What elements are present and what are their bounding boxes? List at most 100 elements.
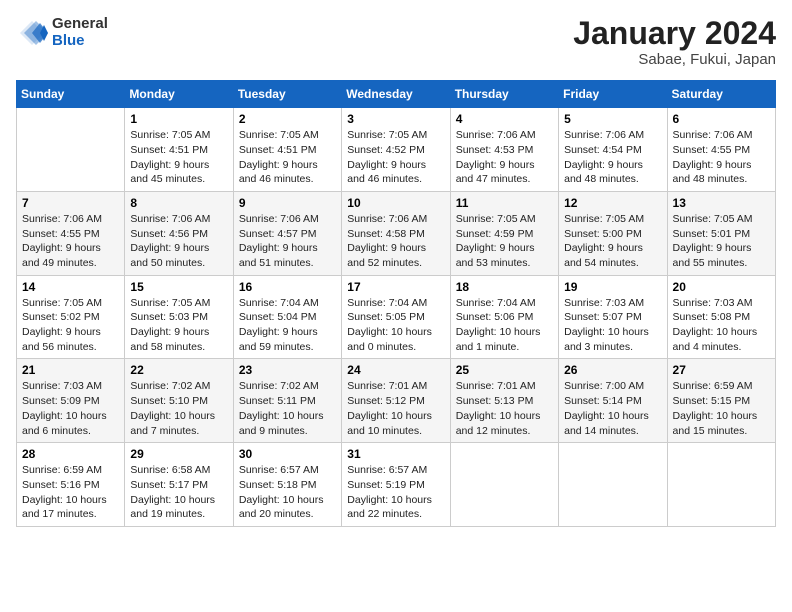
- day-number: 17: [347, 280, 444, 294]
- calendar-cell: 16Sunrise: 7:04 AMSunset: 5:04 PMDayligh…: [233, 275, 341, 359]
- day-info: Sunrise: 7:06 AMSunset: 4:55 PMDaylight:…: [22, 212, 119, 271]
- day-info: Sunrise: 7:05 AMSunset: 5:01 PMDaylight:…: [673, 212, 770, 271]
- calendar-cell: 12 Sunrise: 7:05 AMSunset: 5:00 PMDayligh…: [559, 191, 667, 275]
- page-header: General Blue January 2024 Sabae, Fukui, …: [16, 16, 776, 68]
- calendar-cell: 23Sunrise: 7:02 AMSunset: 5:11 PMDayligh…: [233, 359, 341, 443]
- day-number: 14: [22, 280, 119, 294]
- day-info: Sunrise: 6:57 AMSunset: 5:18 PMDaylight:…: [239, 463, 336, 522]
- calendar-cell: 11Sunrise: 7:05 AMSunset: 4:59 PMDayligh…: [450, 191, 558, 275]
- day-number: 25: [456, 363, 553, 377]
- day-number: 20: [673, 280, 770, 294]
- logo-general-text: General: [52, 16, 108, 33]
- day-number: 27: [673, 363, 770, 377]
- day-info: Sunrise: 7:04 AMSunset: 5:04 PMDaylight:…: [239, 296, 336, 355]
- calendar-cell: 30 Sunrise: 6:57 AMSunset: 5:18 PMDayligh…: [233, 443, 341, 527]
- col-tuesday: Tuesday: [233, 81, 341, 108]
- col-thursday: Thursday: [450, 81, 558, 108]
- calendar-week-row: 28Sunrise: 6:59 AMSunset: 5:16 PMDayligh…: [17, 443, 776, 527]
- day-info: Sunrise: 7:04 AMSunset: 5:05 PMDaylight:…: [347, 296, 444, 355]
- day-number: 15: [130, 280, 227, 294]
- day-number: 24: [347, 363, 444, 377]
- day-info: Sunrise: 7:05 AMSunset: 5:00 PMDaylight:…: [564, 212, 661, 271]
- calendar-cell: 9 Sunrise: 7:06 AMSunset: 4:57 PMDaylight…: [233, 191, 341, 275]
- calendar-cell: 14 Sunrise: 7:05 AMSunset: 5:02 PMDayligh…: [17, 275, 125, 359]
- calendar-cell: 13 Sunrise: 7:05 AMSunset: 5:01 PMDayligh…: [667, 191, 775, 275]
- calendar-cell: 10Sunrise: 7:06 AMSunset: 4:58 PMDayligh…: [342, 191, 450, 275]
- day-info: Sunrise: 7:05 AMSunset: 4:51 PMDaylight:…: [239, 128, 336, 187]
- day-info: Sunrise: 7:05 AMSunset: 4:59 PMDaylight:…: [456, 212, 553, 271]
- day-number: 29: [130, 447, 227, 461]
- day-info: Sunrise: 7:01 AMSunset: 5:13 PMDaylight:…: [456, 379, 553, 438]
- col-friday: Friday: [559, 81, 667, 108]
- calendar-cell: 7 Sunrise: 7:06 AMSunset: 4:55 PMDaylight…: [17, 191, 125, 275]
- day-number: 12: [564, 196, 661, 210]
- day-number: 26: [564, 363, 661, 377]
- calendar-cell: 15 Sunrise: 7:05 AMSunset: 5:03 PMDayligh…: [125, 275, 233, 359]
- calendar-cell: 1Sunrise: 7:05 AMSunset: 4:51 PMDaylight…: [125, 108, 233, 192]
- day-info: Sunrise: 7:02 AMSunset: 5:11 PMDaylight:…: [239, 379, 336, 438]
- calendar-cell: 4Sunrise: 7:06 AMSunset: 4:53 PMDaylight…: [450, 108, 558, 192]
- day-info: Sunrise: 7:03 AMSunset: 5:08 PMDaylight:…: [673, 296, 770, 355]
- logo-text: General Blue: [52, 16, 108, 49]
- day-info: Sunrise: 7:06 AMSunset: 4:54 PMDaylight:…: [564, 128, 661, 187]
- calendar-cell: 3 Sunrise: 7:05 AMSunset: 4:52 PMDaylight…: [342, 108, 450, 192]
- day-info: Sunrise: 7:05 AMSunset: 5:03 PMDaylight:…: [130, 296, 227, 355]
- day-number: 2: [239, 112, 336, 126]
- calendar-cell: 5 Sunrise: 7:06 AMSunset: 4:54 PMDaylight…: [559, 108, 667, 192]
- day-info: Sunrise: 7:06 AMSunset: 4:56 PMDaylight:…: [130, 212, 227, 271]
- day-info: Sunrise: 7:03 AMSunset: 5:07 PMDaylight:…: [564, 296, 661, 355]
- logo-icon: [16, 19, 48, 47]
- calendar-title: January 2024: [573, 16, 776, 51]
- calendar-cell: 21 Sunrise: 7:03 AMSunset: 5:09 PMDayligh…: [17, 359, 125, 443]
- day-info: Sunrise: 7:02 AMSunset: 5:10 PMDaylight:…: [130, 379, 227, 438]
- day-info: Sunrise: 7:03 AMSunset: 5:09 PMDaylight:…: [22, 379, 119, 438]
- day-number: 5: [564, 112, 661, 126]
- col-saturday: Saturday: [667, 81, 775, 108]
- calendar-cell: 2 Sunrise: 7:05 AMSunset: 4:51 PMDaylight…: [233, 108, 341, 192]
- calendar-cell: [17, 108, 125, 192]
- calendar-cell: 28Sunrise: 6:59 AMSunset: 5:16 PMDayligh…: [17, 443, 125, 527]
- calendar-cell: 24 Sunrise: 7:01 AMSunset: 5:12 PMDayligh…: [342, 359, 450, 443]
- calendar-body: 1Sunrise: 7:05 AMSunset: 4:51 PMDaylight…: [17, 108, 776, 527]
- calendar-cell: [559, 443, 667, 527]
- day-info: Sunrise: 7:06 AMSunset: 4:57 PMDaylight:…: [239, 212, 336, 271]
- day-number: 19: [564, 280, 661, 294]
- day-number: 7: [22, 196, 119, 210]
- calendar-cell: 29 Sunrise: 6:58 AMSunset: 5:17 PMDayligh…: [125, 443, 233, 527]
- calendar-cell: 22Sunrise: 7:02 AMSunset: 5:10 PMDayligh…: [125, 359, 233, 443]
- calendar-cell: 18 Sunrise: 7:04 AMSunset: 5:06 PMDayligh…: [450, 275, 558, 359]
- day-number: 6: [673, 112, 770, 126]
- day-info: Sunrise: 7:05 AMSunset: 4:52 PMDaylight:…: [347, 128, 444, 187]
- day-info: Sunrise: 7:06 AMSunset: 4:58 PMDaylight:…: [347, 212, 444, 271]
- calendar-cell: 17 Sunrise: 7:04 AMSunset: 5:05 PMDayligh…: [342, 275, 450, 359]
- calendar-week-row: 7 Sunrise: 7:06 AMSunset: 4:55 PMDaylight…: [17, 191, 776, 275]
- calendar-cell: 26Sunrise: 7:00 AMSunset: 5:14 PMDayligh…: [559, 359, 667, 443]
- day-number: 18: [456, 280, 553, 294]
- day-info: Sunrise: 7:06 AMSunset: 4:55 PMDaylight:…: [673, 128, 770, 187]
- day-number: 13: [673, 196, 770, 210]
- calendar-week-row: 14 Sunrise: 7:05 AMSunset: 5:02 PMDayligh…: [17, 275, 776, 359]
- day-number: 21: [22, 363, 119, 377]
- col-wednesday: Wednesday: [342, 81, 450, 108]
- calendar-cell: [450, 443, 558, 527]
- day-number: 30: [239, 447, 336, 461]
- calendar-cell: 8 Sunrise: 7:06 AMSunset: 4:56 PMDaylight…: [125, 191, 233, 275]
- calendar-cell: 25 Sunrise: 7:01 AMSunset: 5:13 PMDayligh…: [450, 359, 558, 443]
- day-info: Sunrise: 7:04 AMSunset: 5:06 PMDaylight:…: [456, 296, 553, 355]
- day-number: 3: [347, 112, 444, 126]
- day-number: 8: [130, 196, 227, 210]
- day-info: Sunrise: 7:06 AMSunset: 4:53 PMDaylight:…: [456, 128, 553, 187]
- day-info: Sunrise: 6:59 AMSunset: 5:15 PMDaylight:…: [673, 379, 770, 438]
- logo-blue-text: Blue: [52, 33, 108, 50]
- day-info: Sunrise: 6:58 AMSunset: 5:17 PMDaylight:…: [130, 463, 227, 522]
- title-block: January 2024 Sabae, Fukui, Japan: [573, 16, 776, 68]
- calendar-cell: 6 Sunrise: 7:06 AMSunset: 4:55 PMDaylight…: [667, 108, 775, 192]
- calendar-week-row: 1Sunrise: 7:05 AMSunset: 4:51 PMDaylight…: [17, 108, 776, 192]
- calendar-header: Sunday Monday Tuesday Wednesday Thursday…: [17, 81, 776, 108]
- calendar-cell: 31Sunrise: 6:57 AMSunset: 5:19 PMDayligh…: [342, 443, 450, 527]
- calendar-cell: 20 Sunrise: 7:03 AMSunset: 5:08 PMDayligh…: [667, 275, 775, 359]
- day-info: Sunrise: 7:01 AMSunset: 5:12 PMDaylight:…: [347, 379, 444, 438]
- day-info: Sunrise: 7:05 AMSunset: 5:02 PMDaylight:…: [22, 296, 119, 355]
- day-number: 9: [239, 196, 336, 210]
- col-sunday: Sunday: [17, 81, 125, 108]
